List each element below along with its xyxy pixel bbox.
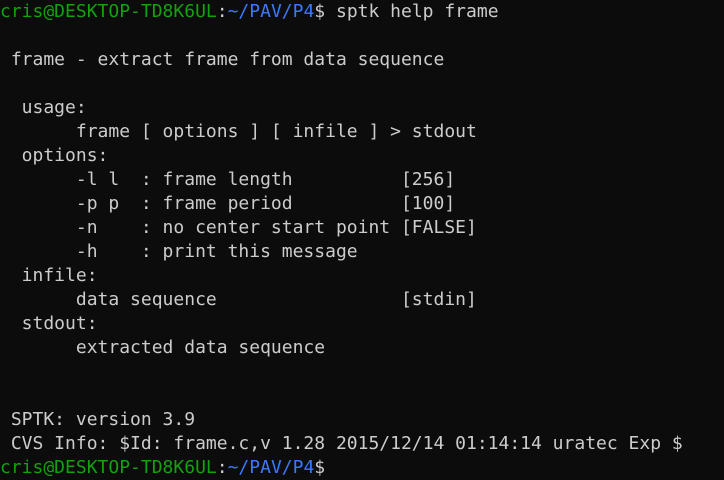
output-line-infile: data sequence [stdin] — [0, 289, 477, 310]
output-line-options-header: options: — [0, 145, 109, 166]
prompt-sign: $ — [314, 457, 326, 478]
output-line-blank-3 — [0, 360, 724, 384]
output-line-infile-header: infile: — [0, 265, 98, 286]
prompt-sign: $ — [314, 1, 326, 22]
prompt-user-host: cris@DESKTOP-TD8K6UL — [0, 457, 217, 478]
output-line-option-p: -p p : frame period [100] — [0, 193, 456, 214]
output-line-option-n: -n : no center start point [FALSE] — [0, 217, 477, 238]
output-line-blank-1 — [0, 24, 724, 48]
prompt-path: ~/PAV/P4 — [227, 457, 315, 478]
prompt-user-host: cris@DESKTOP-TD8K6UL — [0, 1, 217, 22]
output-line-stdout-header: stdout: — [0, 313, 98, 334]
command-text: sptk help frame — [325, 1, 499, 22]
output-line-option-l: -l l : frame length [256] — [0, 169, 456, 190]
output-line-cvs-info: CVS Info: $Id: frame.c,v 1.28 2015/12/14… — [0, 433, 683, 454]
prompt-path: ~/PAV/P4 — [227, 1, 315, 22]
output-line-stdout: extracted data sequence — [0, 337, 326, 358]
output-line-blank-2 — [0, 72, 724, 96]
output-line-version: SPTK: version 3.9 — [0, 409, 196, 430]
terminal-window[interactable]: cris@DESKTOP-TD8K6UL:~/PAV/P4$ sptk help… — [0, 0, 724, 478]
cursor — [325, 456, 335, 476]
prompt-colon: : — [216, 1, 228, 22]
output-line-usage: frame [ options ] [ infile ] > stdout — [0, 121, 477, 142]
command-line: cris@DESKTOP-TD8K6UL:~/PAV/P4$ sptk help… — [0, 0, 724, 24]
output-line-usage-header: usage: — [0, 97, 87, 118]
prompt-colon: : — [216, 457, 228, 478]
prompt-line[interactable]: cris@DESKTOP-TD8K6UL:~/PAV/P4$ — [0, 456, 724, 480]
output-line-option-h: -h : print this message — [0, 241, 358, 262]
output-line-blank-4 — [0, 384, 724, 408]
output-line-description: frame - extract frame from data sequence — [0, 49, 445, 70]
